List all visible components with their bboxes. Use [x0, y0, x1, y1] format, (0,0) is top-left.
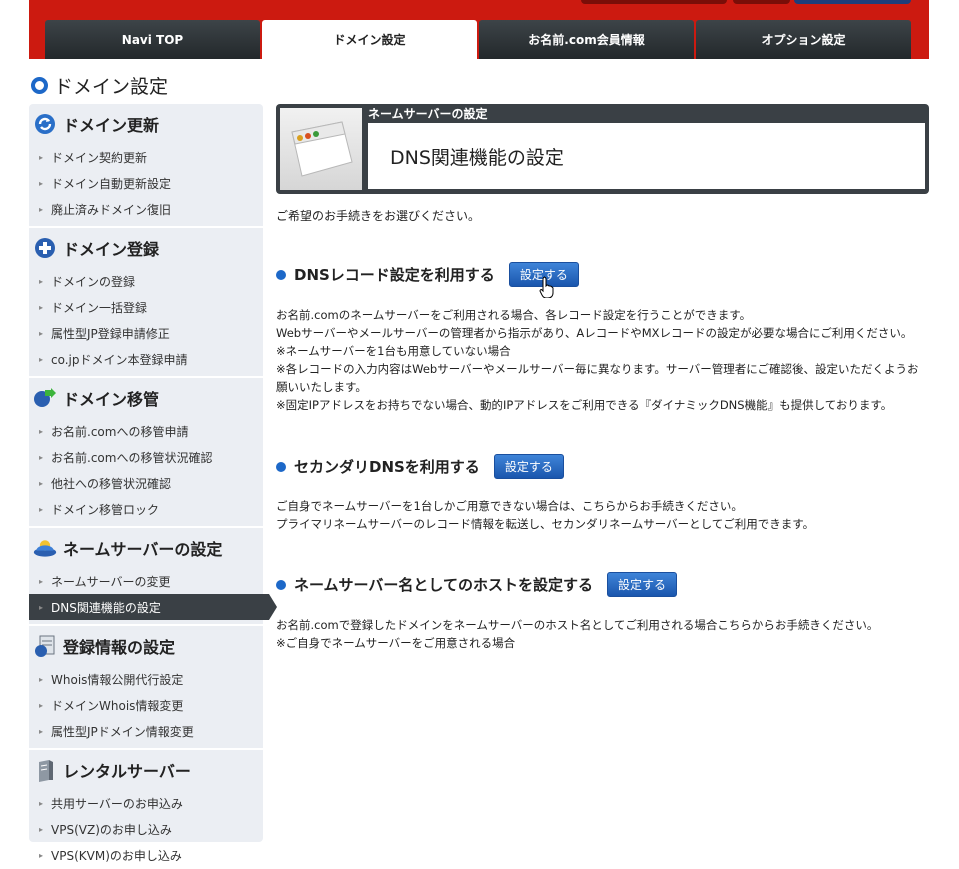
tab-member-info[interactable]: お名前.com会員情報: [479, 20, 694, 59]
sidebar-item-vps-kvm[interactable]: VPS(KVM)のお申し込み: [29, 842, 263, 868]
section-title: ネームサーバー名としてのホストを設定する: [294, 576, 593, 594]
sidebar-item-transfer-lock[interactable]: ドメイン移管ロック: [29, 496, 263, 522]
sidebar-item-whois-change[interactable]: ドメインWhois情報変更: [29, 692, 263, 718]
panel-label: ネームサーバーの設定: [368, 107, 488, 121]
sidebar-item-nameserver-change[interactable]: ネームサーバーの変更: [29, 568, 263, 594]
nameserver-icon: [33, 536, 57, 560]
section-nameserver-host: ネームサーバー名としてのホストを設定する 設定する: [276, 572, 677, 597]
sidebar-item-shared-server[interactable]: 共用サーバーのお申込み: [29, 790, 263, 816]
document-icon: [33, 634, 57, 658]
section-title: DNSレコード設定を利用する: [294, 266, 495, 284]
sidebar-item-dns-settings[interactable]: DNS関連機能の設定: [29, 594, 277, 620]
page-title: ドメイン設定: [31, 72, 168, 99]
section-description: お名前.comのネームサーバーをご利用される場合、各レコード設定を行うことができ…: [276, 308, 919, 412]
server-icon: [33, 758, 57, 782]
hand-cursor-icon: [539, 276, 555, 301]
plus-icon: [33, 236, 57, 260]
sidebar-section-renew: ドメイン更新 ドメイン契約更新 ドメイン自動更新設定 廃止済みドメイン復旧: [29, 104, 263, 228]
refresh-icon: [33, 112, 57, 136]
section-title: セカンダリDNSを利用する: [294, 458, 480, 476]
section-panel: ネームサーバーの設定 DNS関連機能の設定: [276, 104, 929, 194]
sidebar-section-nameserver: ネームサーバーの設定 ネームサーバーの変更 DNS関連機能の設定: [29, 528, 277, 626]
header-control[interactable]: [794, 0, 911, 4]
section-dns-record: DNSレコード設定を利用する 設定する: [276, 262, 579, 287]
sidebar-item-contract-renew[interactable]: ドメイン契約更新: [29, 144, 263, 170]
sidebar-section-title: 登録情報の設定: [29, 626, 263, 666]
sidebar-section-title: ドメイン更新: [29, 104, 263, 144]
tab-option-settings[interactable]: オプション設定: [696, 20, 911, 59]
sidebar-section-transfer: ドメイン移管 お名前.comへの移管申請 お名前.comへの移管状況確認 他社へ…: [29, 378, 263, 528]
section-description: お名前.comで登録したドメインをネームサーバーのホスト名としてご利用される場合…: [276, 618, 879, 650]
secondary-dns-setup-button[interactable]: 設定する: [493, 454, 564, 479]
transfer-icon: [33, 386, 57, 410]
sidebar-item-cojp[interactable]: co.jpドメイン本登録申請: [29, 346, 263, 372]
nameserver-host-setup-button[interactable]: 設定する: [606, 572, 677, 597]
sidebar-item-jp-fix[interactable]: 属性型JP登録申請修正: [29, 320, 263, 346]
tab-domain-settings[interactable]: ドメイン設定: [262, 20, 477, 59]
sidebar-item-register[interactable]: ドメインの登録: [29, 268, 263, 294]
circle-bullet-icon: [31, 77, 48, 94]
bullet-icon: [276, 461, 286, 472]
sidebar-item-transfer-in[interactable]: お名前.comへの移管申請: [29, 418, 263, 444]
main-content: ネームサーバーの設定 DNS関連機能の設定 ご希望のお手続きをお選びください。 …: [276, 104, 929, 650]
page-title-text: ドメイン設定: [54, 76, 169, 98]
section-description: ご自身でネームサーバーを1台しかご用意できない場合は、こちらからお手続きください…: [276, 499, 815, 531]
sidebar-section-rental: レンタルサーバー 共用サーバーのお申込み VPS(VZ)のお申し込み VPS(K…: [29, 750, 263, 869]
sidebar-item-auto-renew[interactable]: ドメイン自動更新設定: [29, 170, 263, 196]
sidebar: ドメイン更新 ドメイン契約更新 ドメイン自動更新設定 廃止済みドメイン復旧 ドメ…: [29, 104, 277, 863]
bullet-icon: [276, 579, 286, 590]
sidebar-section-title: ドメイン登録: [29, 228, 263, 268]
sidebar-item-restore[interactable]: 廃止済みドメイン復旧: [29, 196, 263, 222]
main-tabs: Navi TOP ドメイン設定 お名前.com会員情報 オプション設定: [45, 20, 911, 59]
sidebar-item-transfer-out[interactable]: 他社への移管状況確認: [29, 470, 263, 496]
sidebar-section-reginfo: 登録情報の設定 Whois情報公開代行設定 ドメインWhois情報変更 属性型J…: [29, 626, 263, 750]
sidebar-section-title: レンタルサーバー: [29, 750, 263, 790]
window-icon: [280, 108, 362, 190]
sidebar-item-transfer-status[interactable]: お名前.comへの移管状況確認: [29, 444, 263, 470]
intro-text: ご希望のお手続きをお選びください。: [276, 209, 481, 223]
header-control[interactable]: [581, 0, 727, 4]
sidebar-item-bulk-register[interactable]: ドメイン一括登録: [29, 294, 263, 320]
section-secondary-dns: セカンダリDNSを利用する 設定する: [276, 454, 564, 479]
sidebar-item-whois-proxy[interactable]: Whois情報公開代行設定: [29, 666, 263, 692]
sidebar-section-register: ドメイン登録 ドメインの登録 ドメイン一括登録 属性型JP登録申請修正 co.j…: [29, 228, 263, 378]
sidebar-item-jp-info[interactable]: 属性型JPドメイン情報変更: [29, 718, 263, 744]
sidebar-section-title: ドメイン移管: [29, 378, 263, 418]
sidebar-item-vps-vz[interactable]: VPS(VZ)のお申し込み: [29, 816, 263, 842]
sidebar-section-title: ネームサーバーの設定: [29, 528, 263, 568]
tab-navi-top[interactable]: Navi TOP: [45, 20, 260, 59]
header-control[interactable]: [733, 0, 790, 4]
bullet-icon: [276, 269, 286, 280]
panel-title: DNS関連機能の設定: [368, 123, 925, 189]
